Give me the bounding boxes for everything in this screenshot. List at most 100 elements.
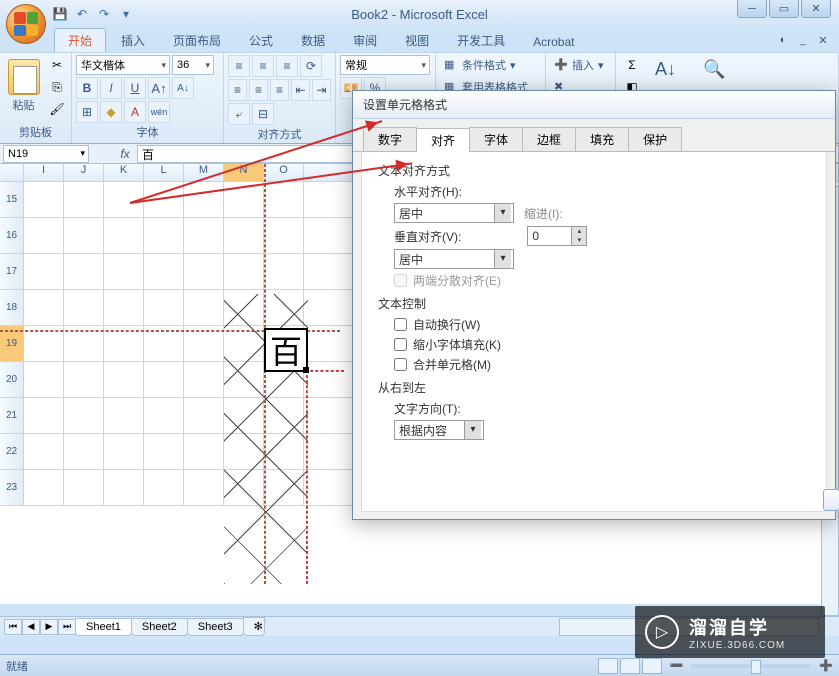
align-bottom-button[interactable]: ≡ (276, 55, 298, 77)
grow-font-button[interactable]: A↑ (148, 77, 170, 99)
orientation-button[interactable]: ⟳ (300, 55, 322, 77)
cut-icon[interactable]: ✂ (47, 55, 67, 75)
dtab-border[interactable]: 边框 (522, 127, 576, 151)
dashed-guide-v (264, 164, 266, 584)
row-22[interactable]: 22 (0, 434, 24, 469)
col-L[interactable]: L (144, 164, 184, 181)
normal-view-button[interactable] (598, 658, 618, 674)
merge-center-button[interactable]: ⊟ (252, 103, 274, 125)
zoom-out-button[interactable]: ➖ (670, 659, 684, 672)
sheet-prev-icon[interactable]: ◀ (22, 619, 40, 635)
phonetic-button[interactable]: wén (148, 101, 170, 123)
conditional-format-button[interactable]: ▦条件格式 ▾ (440, 55, 541, 75)
v-align-combo[interactable]: 居中 (394, 249, 514, 269)
row-23[interactable]: 23 (0, 470, 24, 505)
col-I[interactable]: I (24, 164, 64, 181)
close-button[interactable]: ✕ (801, 0, 831, 18)
help-icon[interactable]: ◐ (775, 32, 791, 48)
wrap-text-button[interactable]: ⤶ (228, 103, 250, 125)
copy-icon[interactable]: ⎘ (47, 77, 67, 97)
row-18[interactable]: 18 (0, 290, 24, 325)
paste-label[interactable]: 粘贴 (13, 97, 35, 113)
align-middle-button[interactable]: ≡ (252, 55, 274, 77)
page-layout-view-button[interactable] (620, 658, 640, 674)
shrink-font-button[interactable]: A↓ (172, 77, 194, 99)
shrink-checkbox[interactable]: 缩小字体填充(K) (394, 336, 810, 353)
zoom-in-button[interactable]: ➕ (819, 659, 833, 672)
sheet-last-icon[interactable]: ⏭ (58, 619, 76, 635)
dtab-fill[interactable]: 填充 (575, 127, 629, 151)
tab-developer[interactable]: 开发工具 (444, 29, 518, 52)
fx-icon[interactable]: fx (113, 147, 137, 161)
tab-acrobat[interactable]: Acrobat (520, 32, 587, 52)
row-20[interactable]: 20 (0, 362, 24, 397)
increase-indent-button[interactable]: ⇥ (312, 79, 331, 101)
tab-view[interactable]: 视图 (392, 29, 442, 52)
wrap-checkbox[interactable]: 自动换行(W) (394, 316, 810, 333)
section-rtl: 从右到左 (378, 379, 810, 396)
row-15[interactable]: 15 (0, 182, 24, 217)
format-painter-icon[interactable]: 🖌 (47, 99, 67, 119)
tab-formulas[interactable]: 公式 (236, 29, 286, 52)
align-left-button[interactable]: ≡ (228, 79, 247, 101)
name-box[interactable]: N19 (3, 145, 89, 163)
qat-customize-icon[interactable]: ▾ (116, 4, 136, 24)
sheet-tab-1[interactable]: Sheet1 (75, 618, 132, 636)
sheet-first-icon[interactable]: ⏮ (4, 619, 22, 635)
undo-icon[interactable]: ↶ (72, 4, 92, 24)
font-family-combo[interactable]: 华文楷体 (76, 55, 170, 75)
active-cell[interactable]: 百 (264, 328, 308, 372)
col-J[interactable]: J (64, 164, 104, 181)
bold-button[interactable]: B (76, 77, 98, 99)
select-all-corner[interactable] (0, 164, 24, 181)
format-cells-dialog: 设置单元格格式 数字 对齐 字体 边框 填充 保护 文本对齐方式 水平对齐(H)… (352, 90, 836, 520)
font-size-combo[interactable]: 36 (172, 55, 214, 75)
new-sheet-button[interactable]: ✻ (243, 617, 265, 636)
save-icon[interactable]: 💾 (50, 4, 70, 24)
tab-home[interactable]: 开始 (54, 28, 106, 52)
font-color-button[interactable]: A (124, 101, 146, 123)
sheet-tab-3[interactable]: Sheet3 (187, 618, 244, 636)
group-font: 华文楷体 36 B I U A↑ A↓ ⊞ ◆ A wén 字体 (72, 53, 224, 143)
text-dir-combo[interactable]: 根据内容 (394, 420, 484, 440)
tab-layout[interactable]: 页面布局 (160, 29, 234, 52)
align-top-button[interactable]: ≡ (228, 55, 250, 77)
row-16[interactable]: 16 (0, 218, 24, 253)
row-21[interactable]: 21 (0, 398, 24, 433)
doc-close-icon[interactable]: ✕ (815, 32, 831, 48)
indent-spinner[interactable]: 0 (527, 226, 587, 246)
paste-icon[interactable] (8, 59, 40, 95)
dtab-alignment[interactable]: 对齐 (416, 128, 470, 152)
h-align-combo[interactable]: 居中 (394, 203, 514, 223)
italic-button[interactable]: I (100, 77, 122, 99)
sheet-tab-2[interactable]: Sheet2 (131, 618, 188, 636)
fill-color-button[interactable]: ◆ (100, 101, 122, 123)
border-button[interactable]: ⊞ (76, 101, 98, 123)
minimize-button[interactable]: ─ (737, 0, 767, 18)
number-format-combo[interactable]: 常规 (340, 55, 430, 75)
insert-cells-button[interactable]: ➕插入 ▾ (550, 55, 611, 75)
maximize-button[interactable]: ▭ (769, 0, 799, 18)
page-break-view-button[interactable] (642, 658, 662, 674)
group-clipboard: 粘贴 ✂ ⎘ 🖌 剪贴板 (0, 53, 72, 143)
dialog-ok-button[interactable] (823, 489, 839, 511)
tab-insert[interactable]: 插入 (108, 29, 158, 52)
row-17[interactable]: 17 (0, 254, 24, 289)
col-K[interactable]: K (104, 164, 144, 181)
tab-review[interactable]: 审阅 (340, 29, 390, 52)
merge-checkbox[interactable]: 合并单元格(M) (394, 356, 810, 373)
office-button[interactable] (6, 4, 46, 44)
tab-data[interactable]: 数据 (288, 29, 338, 52)
underline-button[interactable]: U (124, 77, 146, 99)
align-center-button[interactable]: ≡ (249, 79, 268, 101)
dtab-protection[interactable]: 保护 (628, 127, 682, 151)
align-right-button[interactable]: ≡ (270, 79, 289, 101)
decrease-indent-button[interactable]: ⇤ (291, 79, 310, 101)
zoom-slider[interactable] (691, 664, 811, 668)
redo-icon[interactable]: ↷ (94, 4, 114, 24)
sheet-next-icon[interactable]: ▶ (40, 619, 58, 635)
dtab-font[interactable]: 字体 (469, 127, 523, 151)
indent-label: 缩进(I): (524, 205, 563, 222)
autosum-button[interactable]: Σ (622, 55, 642, 75)
minimize-ribbon-icon[interactable]: _ (795, 32, 811, 48)
